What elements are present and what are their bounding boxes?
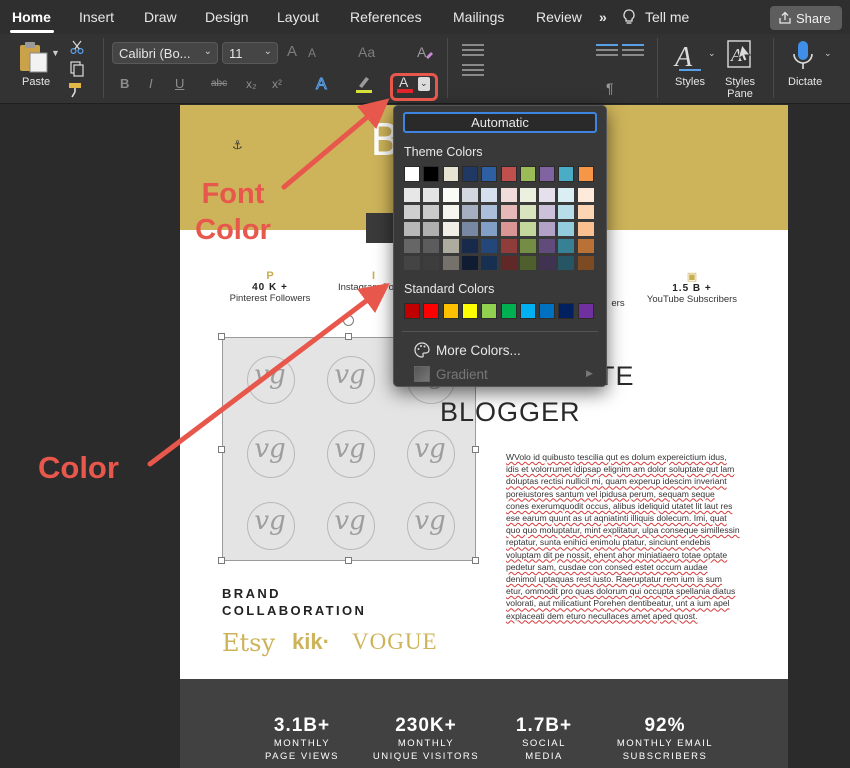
font-color-annotation: Font Color bbox=[188, 176, 278, 248]
font-color-annotation-line1: Font bbox=[201, 178, 265, 210]
annotation-arrows bbox=[147, 98, 390, 467]
font-color-annotation-line2: Color bbox=[195, 214, 271, 246]
color-arrow bbox=[147, 282, 390, 467]
font-color-arrow bbox=[281, 98, 390, 190]
color-annotation: Color bbox=[38, 450, 119, 485]
